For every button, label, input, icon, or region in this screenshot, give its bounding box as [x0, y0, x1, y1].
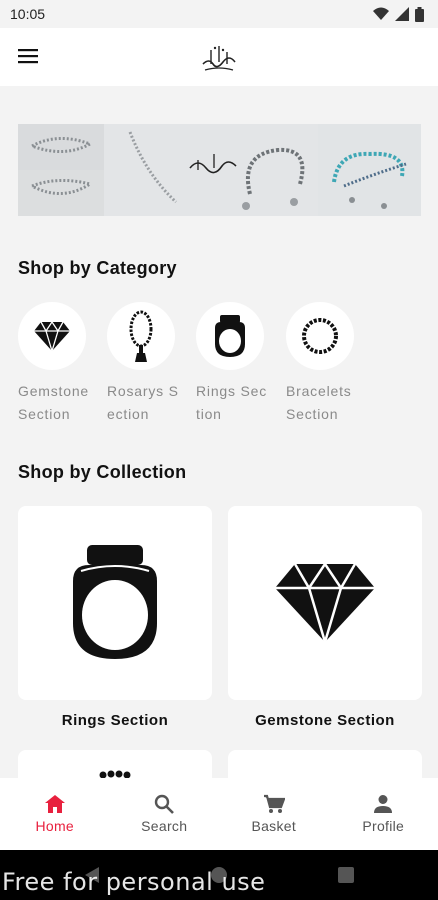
category-item-bracelets[interactable]: Bracelets Section — [286, 302, 366, 426]
cellular-signal-icon — [395, 7, 409, 21]
nav-search-label: Search — [141, 818, 188, 834]
watermark-text: Free for personal use — [2, 868, 266, 896]
app-logo[interactable] — [193, 32, 245, 84]
category-item-rings[interactable]: Rings Section — [196, 302, 276, 426]
nav-basket-label: Basket — [251, 818, 297, 834]
category-circle[interactable] — [286, 302, 354, 370]
bottom-navigation: Home Search Basket Profile — [0, 778, 438, 850]
category-label: Rings Section — [196, 383, 268, 422]
collection-card-partial[interactable] — [18, 750, 212, 778]
category-item-gemstone[interactable]: Gemstone Section — [18, 302, 98, 426]
hamburger-menu-icon — [18, 49, 38, 64]
nav-home-label: Home — [35, 818, 75, 834]
collection-section-title: Shop by Collection — [18, 462, 187, 482]
nav-home[interactable]: Home — [0, 778, 110, 850]
collection-card-gemstone[interactable] — [228, 506, 422, 700]
nav-profile[interactable]: Profile — [329, 778, 438, 850]
menu-button[interactable] — [16, 44, 40, 68]
collection-label: Gemstone Section — [255, 712, 395, 729]
status-icons — [373, 6, 424, 22]
home-icon — [44, 795, 65, 813]
category-item-rosarys[interactable]: Rosarys Section — [107, 302, 187, 426]
bracelet-icon — [302, 318, 338, 354]
category-list: Gemstone Section Rosarys Section Rings S… — [18, 302, 438, 432]
wifi-icon — [373, 7, 389, 20]
gem-icon — [34, 320, 70, 352]
category-label: Rosarys Section — [107, 383, 179, 422]
category-circle[interactable] — [18, 302, 86, 370]
search-icon — [155, 794, 175, 814]
category-circle[interactable] — [196, 302, 264, 370]
promo-banner[interactable] — [18, 124, 421, 216]
rosary-icon — [99, 770, 131, 778]
cart-icon — [263, 794, 285, 813]
battery-icon — [415, 6, 424, 22]
gem-icon — [275, 562, 375, 644]
collection-card-rings[interactable] — [18, 506, 212, 700]
app-bar — [0, 28, 438, 86]
rosary-icon — [129, 310, 153, 362]
calligraphy-logo-icon — [202, 46, 236, 71]
recents-icon[interactable] — [338, 867, 354, 883]
status-time: 10:05 — [10, 6, 46, 22]
ring-icon — [73, 545, 157, 659]
rosary-banner-image — [18, 124, 421, 216]
nav-profile-label: Profile — [362, 818, 405, 834]
category-label: Gemstone Section — [18, 383, 89, 422]
person-icon — [374, 795, 393, 813]
home-content[interactable]: Shop by Category Gemstone Section Rosary… — [0, 86, 438, 778]
nav-basket[interactable]: Basket — [219, 778, 329, 850]
category-label: Bracelets Section — [286, 383, 352, 422]
category-circle[interactable] — [107, 302, 175, 370]
collection-label: Rings Section — [61, 712, 169, 729]
category-section-title: Shop by Category — [18, 258, 177, 278]
ring-icon — [215, 315, 245, 357]
collection-card-partial[interactable] — [228, 750, 422, 778]
nav-search[interactable]: Search — [110, 778, 220, 850]
status-bar: 10:05 — [0, 0, 438, 28]
